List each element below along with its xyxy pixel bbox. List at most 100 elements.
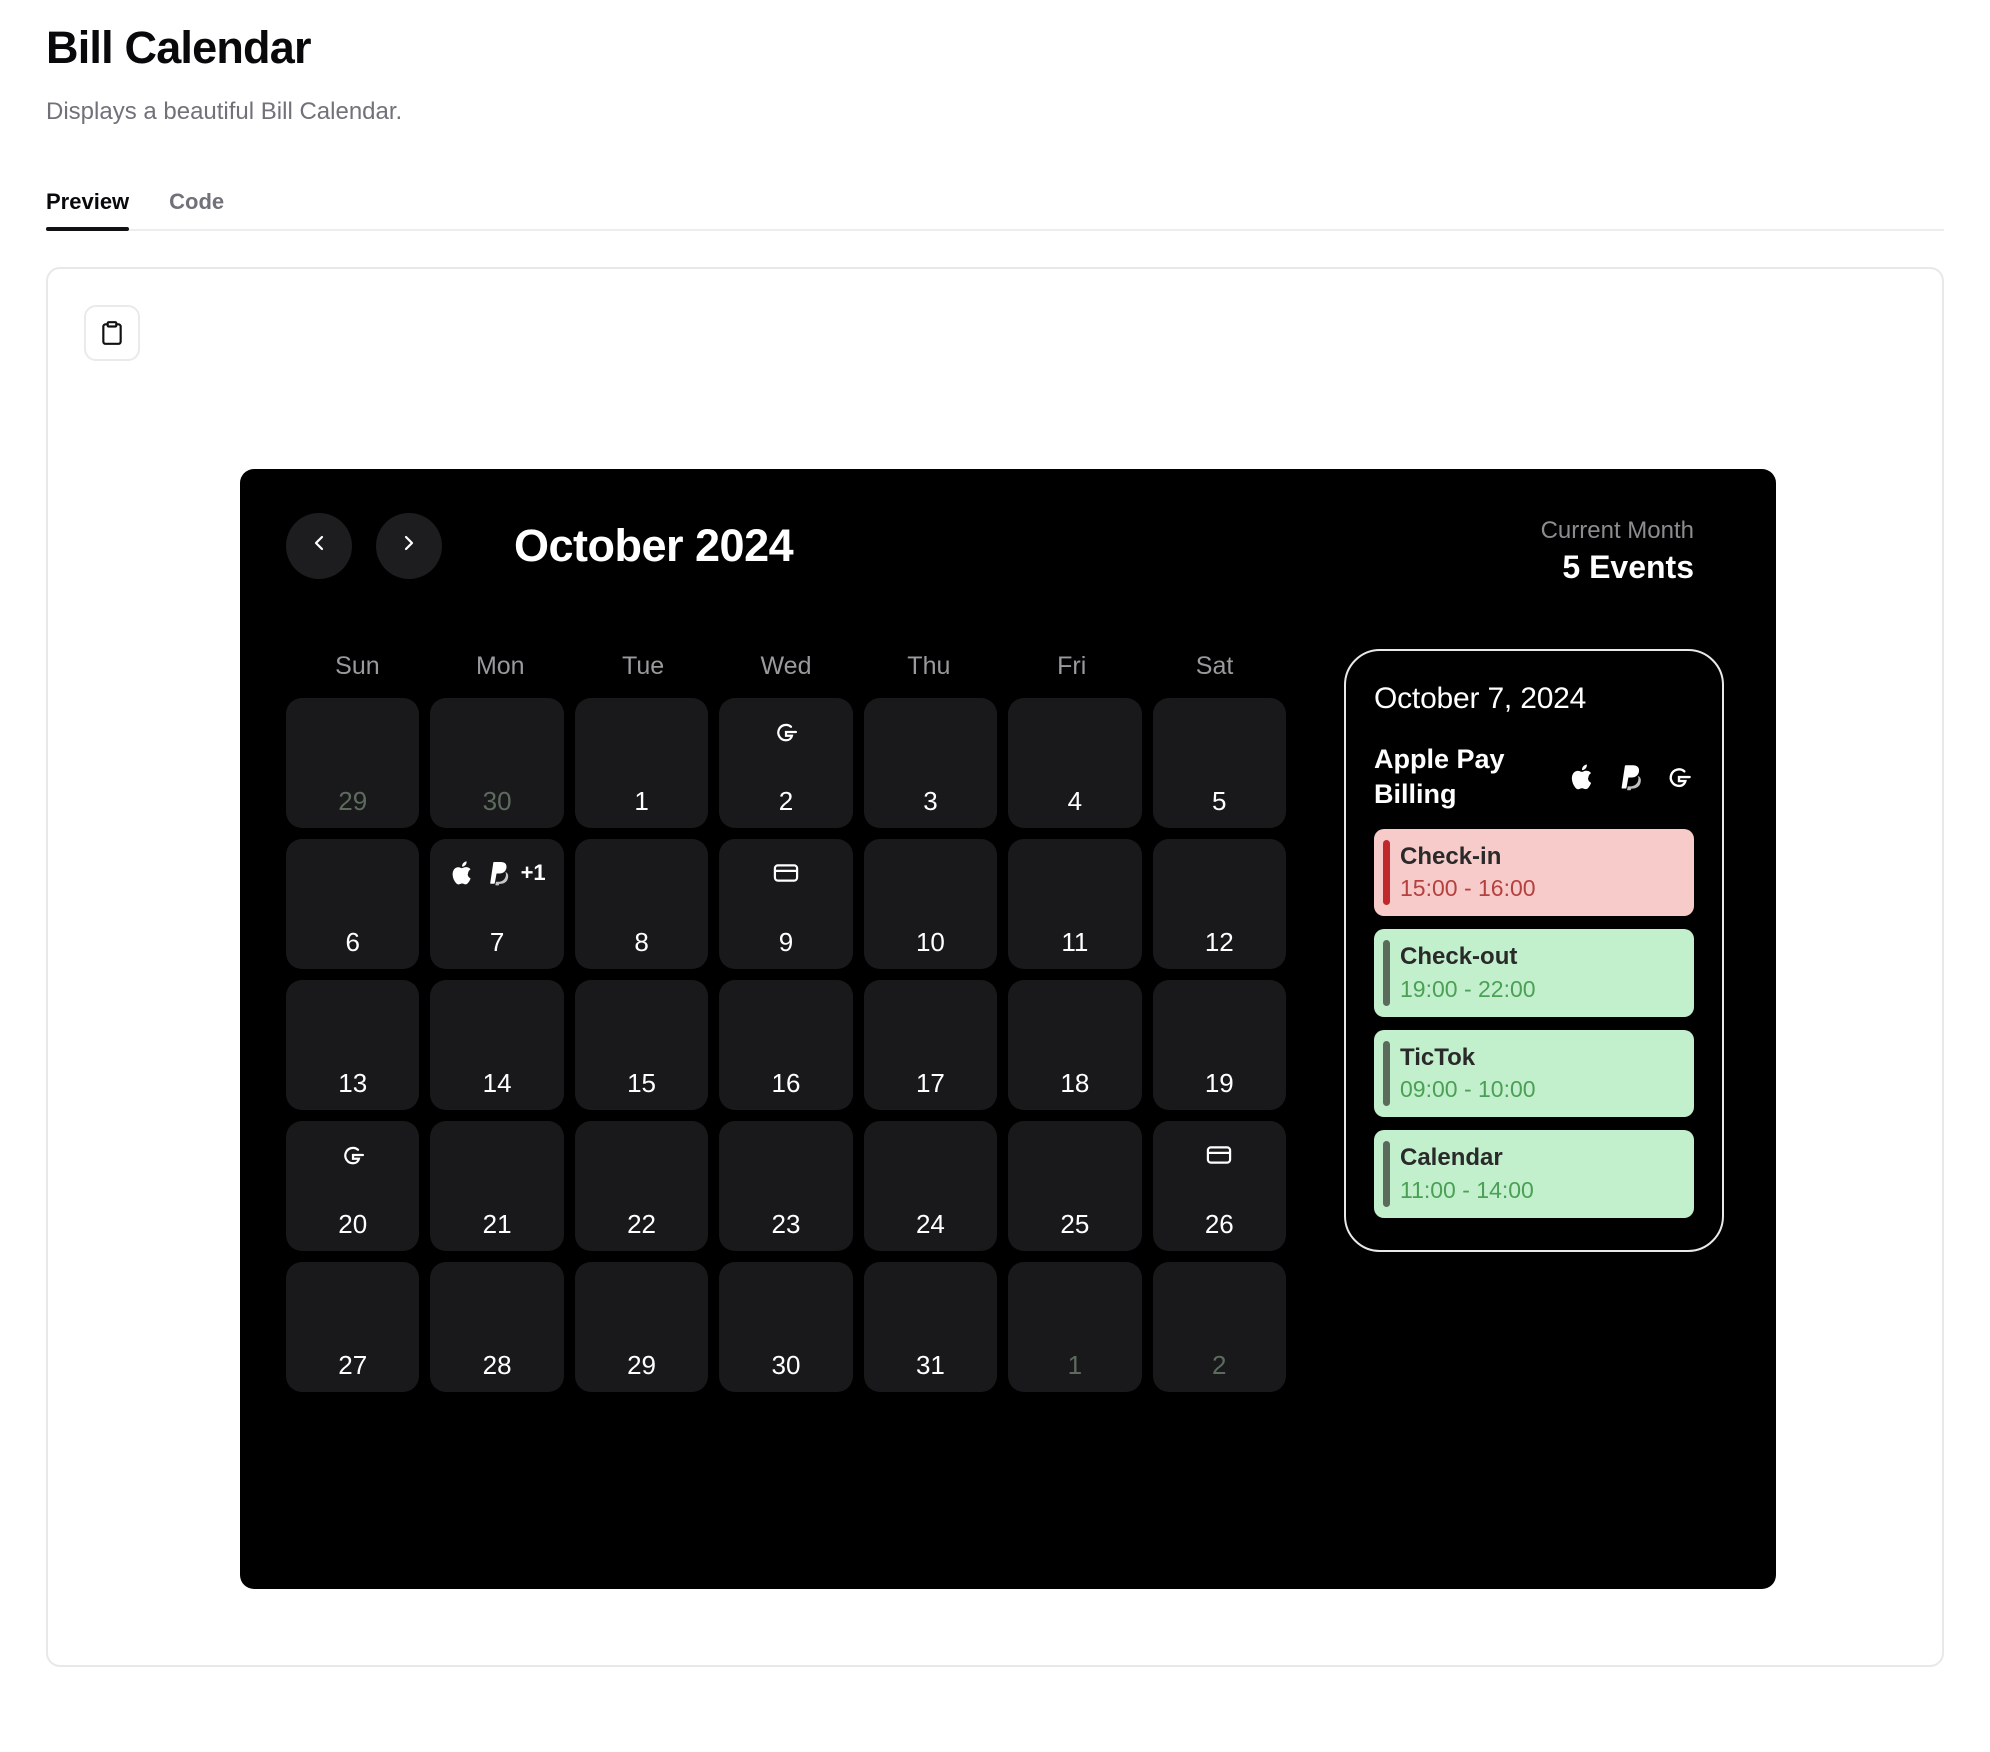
calendar-day-cell[interactable]: 10 [863, 838, 998, 969]
calendar-day-cell[interactable]: 11 [1008, 838, 1142, 969]
day-number: 29 [338, 785, 368, 816]
calendar-day-cell[interactable]: 30 [719, 1261, 853, 1392]
weekday-label: Tue [622, 651, 665, 680]
calendar-day-cell[interactable]: 13 [286, 979, 420, 1110]
calendar-day-cell[interactable]: 18 [1008, 979, 1142, 1110]
day-number: 25 [1060, 1208, 1090, 1239]
day-number: 29 [627, 1349, 657, 1380]
day-number: 2 [1212, 1349, 1227, 1380]
tab-code[interactable]: Code [169, 190, 224, 229]
calendar-week-row: 29 30 1 2 3 4 5 [286, 697, 1286, 828]
day-number: 3 [923, 785, 938, 816]
brand-icon-group [1568, 762, 1694, 792]
calendar-day-cell[interactable]: 6 [286, 838, 420, 969]
day-icon-group: +1 [430, 853, 563, 893]
calendar-day-cell[interactable]: 30 [430, 697, 564, 828]
calendar-day-cell[interactable]: 26 [1152, 1120, 1286, 1251]
calendar-day-cell[interactable]: 4 [1008, 697, 1142, 828]
calendar-day-cell[interactable]: 19 [1152, 979, 1286, 1110]
calendar-day-cell[interactable]: 21 [430, 1120, 564, 1251]
event-item[interactable]: TicTok 09:00 - 10:00 [1374, 1029, 1694, 1118]
calendar-day-cell[interactable]: 31 [863, 1261, 998, 1392]
day-detail-panel: October 7, 2024 Apple Pay Billing Check-… [1344, 648, 1724, 1252]
calendar-day-cell[interactable]: 1 [574, 697, 709, 828]
calendar-day-cell[interactable]: +1 7 [430, 838, 564, 969]
day-number: 28 [482, 1349, 512, 1380]
apple-icon [1568, 762, 1598, 792]
day-number: 9 [778, 926, 794, 957]
day-number: 15 [627, 1067, 657, 1098]
event-time: 09:00 - 10:00 [1400, 1076, 1536, 1103]
day-number: 14 [482, 1067, 512, 1098]
preview-panel: October 2024 Current Month 5 Events Sun M… [46, 266, 1944, 1667]
day-number: 1 [1067, 1349, 1083, 1380]
tab-bar: Preview Code [46, 169, 1944, 231]
chevron-left-icon [307, 531, 331, 560]
calendar-day-cell[interactable]: 14 [430, 979, 564, 1110]
day-number: 31 [915, 1349, 945, 1380]
weekday-label: Mon [475, 651, 525, 680]
day-icon-group [719, 853, 852, 893]
day-number: 8 [634, 926, 649, 957]
calendar-day-cell[interactable]: 20 [286, 1120, 420, 1251]
prev-month-button[interactable] [286, 512, 352, 579]
tab-preview[interactable]: Preview [46, 190, 130, 231]
calendar-grid: Sun Mon Tue Wed Thu Fri Sat 29 30 1 2 3 4 5 6 +1 7 8 9 10 1… [286, 649, 1286, 1392]
calendar-day-cell[interactable]: 29 [574, 1261, 709, 1392]
calendar-day-cell[interactable]: 3 [863, 697, 998, 828]
day-number: 5 [1212, 785, 1227, 816]
calendar-day-cell[interactable]: 22 [574, 1120, 709, 1251]
event-title: Calendar [1400, 1144, 1503, 1172]
calendar-day-cell[interactable]: 24 [863, 1120, 998, 1251]
calendar-day-cell[interactable]: 23 [719, 1120, 853, 1251]
calendar-header: October 2024 Current Month 5 Events [286, 512, 1730, 625]
next-month-button[interactable] [376, 512, 442, 579]
day-number: 24 [915, 1208, 945, 1239]
calendar-day-cell[interactable]: 28 [430, 1261, 564, 1392]
day-icon-group [286, 1135, 419, 1175]
calendar-day-cell[interactable]: 5 [1152, 697, 1286, 828]
page-subtitle: Displays a beautiful Bill Calendar. [46, 97, 403, 125]
day-number: 11 [1061, 926, 1089, 957]
event-item[interactable]: Calendar 11:00 - 14:00 [1374, 1130, 1694, 1218]
day-number: 7 [489, 926, 505, 957]
calendar-week-row: 27 28 29 30 31 1 2 [286, 1261, 1286, 1392]
calendar-week-row: 13 14 15 16 17 18 19 [286, 979, 1286, 1110]
bill-calendar-card: October 2024 Current Month 5 Events Sun M… [240, 468, 1776, 1589]
google-icon [772, 718, 800, 746]
event-time: 11:00 - 14:00 [1400, 1176, 1534, 1203]
day-icon-overflow-count: +1 [520, 859, 546, 885]
event-title: Check-out [1400, 943, 1518, 971]
event-time: 15:00 - 16:00 [1400, 875, 1536, 902]
google-icon [1664, 762, 1694, 792]
calendar-weeks: 29 30 1 2 3 4 5 6 +1 7 8 9 10 11 12 13 14 15 16 17 18 19 20 21 2… [286, 697, 1286, 1392]
calendar-day-cell[interactable]: 25 [1008, 1120, 1142, 1251]
event-title: TicTok [1400, 1043, 1476, 1071]
month-title: October 2024 [514, 519, 794, 571]
event-color-bar [1383, 1141, 1390, 1207]
weekday-label: Wed [760, 651, 812, 680]
paypal-icon [485, 859, 513, 887]
detail-date: October 7, 2024 [1374, 681, 1587, 715]
calendar-day-cell[interactable]: 16 [719, 979, 853, 1110]
calendar-day-cell[interactable]: 2 [1152, 1261, 1286, 1392]
event-item[interactable]: Check-out 19:00 - 22:00 [1374, 929, 1694, 1017]
calendar-day-cell[interactable]: 17 [863, 979, 998, 1110]
calendar-day-cell[interactable]: 15 [574, 979, 709, 1110]
day-number: 30 [771, 1349, 801, 1380]
calendar-day-cell[interactable]: 27 [286, 1261, 420, 1392]
copy-button[interactable] [84, 304, 140, 361]
calendar-day-cell[interactable]: 12 [1152, 838, 1286, 969]
chevron-right-icon [397, 531, 421, 560]
calendar-day-cell[interactable]: 8 [574, 838, 709, 969]
calendar-day-cell[interactable]: 1 [1008, 1261, 1142, 1392]
calendar-week-row: 6 +1 7 8 9 10 11 12 [286, 838, 1286, 969]
day-number: 27 [338, 1349, 368, 1380]
calendar-day-cell[interactable]: 29 [286, 697, 420, 828]
day-number: 21 [482, 1208, 512, 1239]
calendar-day-cell[interactable]: 9 [719, 838, 853, 969]
calendar-body: Sun Mon Tue Wed Thu Fri Sat 29 30 1 2 3 4 5 6 +1 7 8 9 10 1… [286, 648, 1730, 1392]
event-count: 5 Events [1562, 549, 1694, 586]
calendar-day-cell[interactable]: 2 [719, 697, 853, 828]
event-item[interactable]: Check-in 15:00 - 16:00 [1374, 828, 1694, 917]
